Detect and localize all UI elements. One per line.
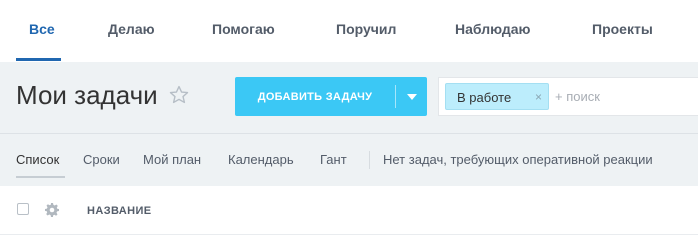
add-task-label[interactable]: ДОБАВИТЬ ЗАДАЧУ	[235, 77, 395, 116]
chevron-down-icon	[406, 93, 417, 100]
filter-search-box[interactable]: В работе × + поиск	[438, 77, 698, 116]
view-switcher: Список Сроки Мой план Календарь Гант Нет…	[0, 134, 698, 186]
grid-header: НАЗВАНИЕ	[0, 186, 698, 234]
star-icon[interactable]	[168, 84, 190, 106]
view-list[interactable]: Список	[16, 152, 59, 167]
view-calendar[interactable]: Календарь	[228, 152, 294, 167]
column-header-name[interactable]: НАЗВАНИЕ	[87, 205, 152, 217]
gear-icon[interactable]	[44, 202, 60, 218]
add-task-dropdown[interactable]	[396, 77, 427, 116]
select-all-checkbox[interactable]	[17, 203, 29, 215]
tab-all[interactable]: Все	[29, 21, 55, 37]
close-icon[interactable]: ×	[535, 90, 542, 104]
search-input[interactable]: + поиск	[555, 89, 600, 104]
active-view-indicator	[16, 176, 65, 178]
view-deadlines[interactable]: Сроки	[83, 152, 120, 167]
tab-assigned[interactable]: Поручил	[336, 21, 396, 37]
tab-projects[interactable]: Проекты	[592, 21, 653, 37]
active-tab-indicator	[16, 58, 61, 61]
top-navigation: Все Делаю Помогаю Поручил Наблюдаю Проек…	[0, 0, 698, 62]
tab-doing[interactable]: Делаю	[108, 21, 155, 37]
page-title: Мои задачи	[16, 80, 158, 110]
view-my-plan[interactable]: Мой план	[143, 152, 201, 167]
table-row	[0, 234, 698, 246]
urgent-tasks-note[interactable]: Нет задач, требующих оперативной реакции	[383, 152, 653, 167]
tab-watching[interactable]: Наблюдаю	[455, 21, 531, 37]
filter-chip-label: В работе	[457, 90, 512, 105]
divider	[369, 151, 370, 169]
add-task-button[interactable]: ДОБАВИТЬ ЗАДАЧУ	[235, 77, 427, 116]
view-gantt[interactable]: Гант	[320, 152, 347, 167]
filter-chip[interactable]: В работе ×	[445, 83, 549, 110]
tab-helping[interactable]: Помогаю	[212, 21, 275, 37]
